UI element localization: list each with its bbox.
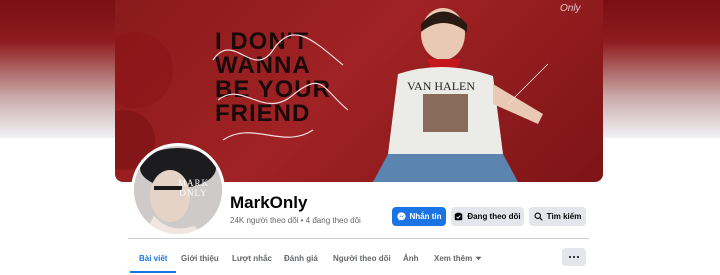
profile-name: MarkOnly [230,193,308,212]
following-button[interactable]: Đang theo dõi [451,207,524,226]
tab-posts[interactable]: Bài viết [139,254,167,263]
following-icon [455,212,463,221]
following-button-label: Đang theo dõi [467,212,521,221]
more-icon [568,255,572,259]
search-button[interactable]: Tìm kiếm [529,207,586,226]
tab-see-more[interactable]: Xem thêm [434,254,482,263]
messenger-icon [396,212,406,221]
profile-avatar[interactable]: MARK ONLY [131,143,225,237]
tab-followers[interactable]: Người theo dõi [333,254,391,263]
header-divider [128,238,589,239]
more-options-button[interactable] [562,248,586,266]
avatar-logo-text: MARK ONLY [178,178,210,198]
message-button[interactable]: Nhắn tin [392,207,446,226]
tab-about[interactable]: Giới thiệu [181,254,219,263]
cover-handwriting [212,34,349,141]
profile-follow-stats[interactable]: 24K người theo dõi • 4 đang theo dõi [230,216,361,225]
tab-mentions[interactable]: Lượt nhắc [232,254,272,263]
cover-person: VAN HALEN [373,8,549,182]
cover-watermark: Only [560,3,581,14]
tab-photos[interactable]: Ảnh [403,254,419,263]
active-tab-indicator [130,271,176,273]
chevron-down-icon [475,256,482,261]
message-button-label: Nhắn tin [409,212,442,221]
search-icon [534,212,543,221]
svg-text:VAN HALEN: VAN HALEN [407,79,475,93]
search-button-label: Tìm kiếm [546,212,582,221]
tab-reviews[interactable]: Đánh giá [284,254,318,263]
tab-see-more-label: Xem thêm [434,254,473,263]
